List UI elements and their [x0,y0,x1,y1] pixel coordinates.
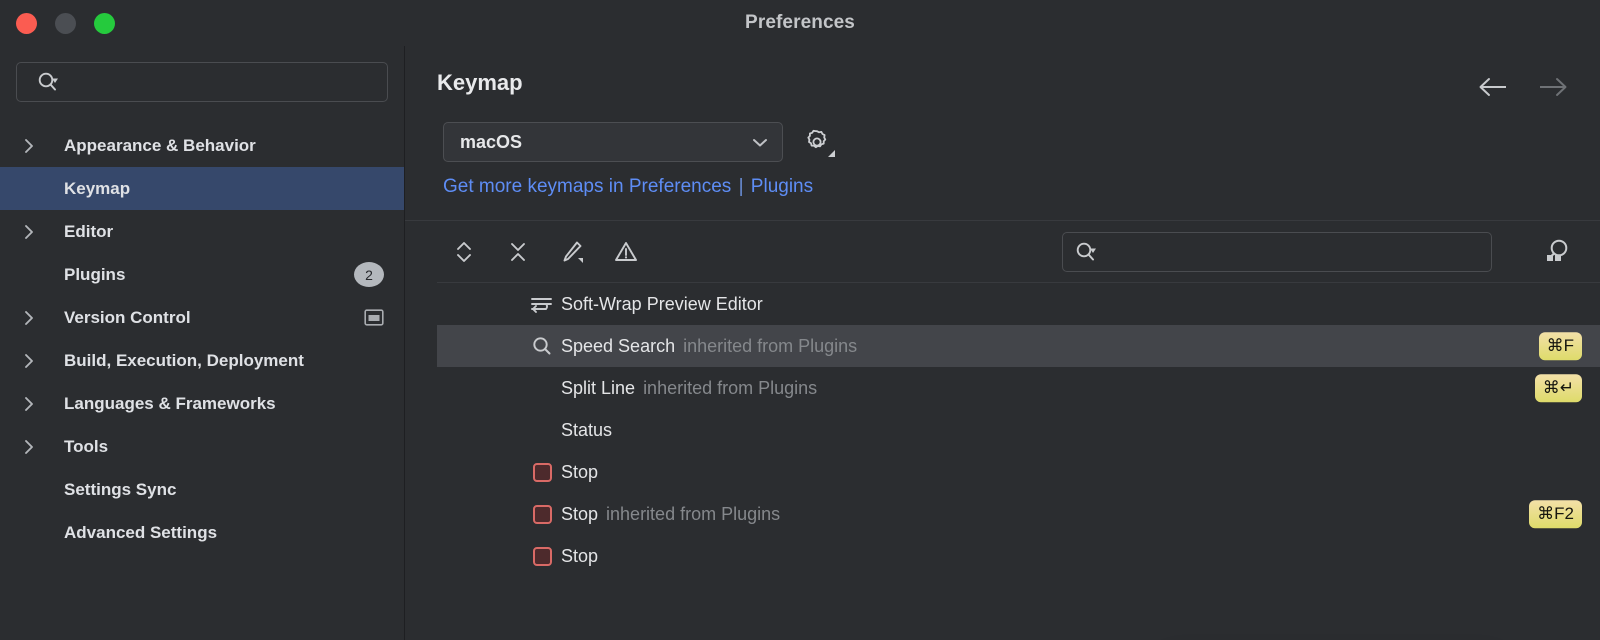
sidebar-item-list: Appearance & Behavior Keymap Editor Plugins… [0,124,404,554]
shortcut-search-input[interactable] [1105,243,1479,260]
conflicts-warning-icon[interactable] [611,237,641,267]
sidebar-item-trailing: 2 [354,262,384,287]
window-controls [16,13,115,34]
title-bar: Preferences [0,0,1600,46]
sidebar-item-plugins[interactable]: Plugins 2 [0,253,404,296]
collapse-all-icon[interactable] [503,237,533,267]
sidebar-search-input[interactable] [67,74,377,91]
nav-arrows [1476,70,1570,98]
shortcut-row[interactable]: Soft-Wrap Preview Editor [437,283,1600,325]
stop-icon [533,547,552,566]
shortcut-badge: ⌘F [1539,332,1582,360]
plugins-count-badge: 2 [354,262,384,287]
chevron-right-icon[interactable] [22,137,44,155]
shortcut-inherited-note: inherited from Plugins [643,378,817,399]
shortcut-inherited-note: inherited from Plugins [606,504,780,525]
sidebar-item-settings-sync[interactable]: Settings Sync [0,468,404,511]
shortcuts-toolbar [405,220,1600,282]
link-suffix: Plugins [751,176,813,197]
shortcut-action-name: Split Line [561,378,635,399]
keymap-select[interactable]: macOS [443,122,783,162]
stop-icon [529,463,555,482]
sidebar-item-appearance-behavior[interactable]: Appearance & Behavior [0,124,404,167]
chevron-right-icon[interactable] [22,438,44,456]
sidebar-item-label: Tools [64,437,108,457]
sidebar-item-label: Plugins [64,265,125,285]
stop-icon [529,505,555,524]
sidebar-item-label: Appearance & Behavior [64,136,256,156]
shortcut-action-name: Stop [561,546,598,567]
shortcut-search[interactable] [1062,232,1492,272]
sidebar-item-label: Advanced Settings [64,523,217,543]
settings-sidebar: Appearance & Behavior Keymap Editor Plugins… [0,46,405,640]
shortcuts-list[interactable]: Soft-Wrap Preview Editor Speed Search inhe… [437,282,1600,640]
shortcut-action-name: Status [561,420,612,441]
forward-arrow-icon[interactable] [1536,76,1570,98]
shortcut-row[interactable]: Stop [437,451,1600,493]
get-more-keymaps-link[interactable]: Get more keymaps in Preferences | Plugin… [405,162,1600,198]
page-title: Keymap [437,70,523,96]
sidebar-item-label: Languages & Frameworks [64,394,276,414]
main-header: Keymap [405,46,1600,98]
sidebar-item-build-execution-deployment[interactable]: Build, Execution, Deployment [0,339,404,382]
chevron-right-icon[interactable] [22,395,44,413]
shortcut-badge: ⌘↵ [1535,374,1582,402]
shortcut-row[interactable]: Split Line inherited from Plugins ⌘↵ [437,367,1600,409]
search-icon [529,335,555,357]
sidebar-item-version-control[interactable]: Version Control [0,296,404,339]
close-button[interactable] [16,13,37,34]
gear-dropdown-triangle-icon [828,150,835,157]
shortcut-row[interactable]: Stop [437,535,1600,577]
main-panel: Keymap [405,46,1600,640]
link-prefix: Get more keymaps in Preferences [443,176,731,197]
shortcut-row[interactable]: Stop inherited from Plugins ⌘F2 [437,493,1600,535]
stop-icon [533,505,552,524]
sidebar-item-label: Settings Sync [64,480,176,500]
stop-icon [529,547,555,566]
search-icon [1075,241,1097,263]
sidebar-item-label: Keymap [64,179,130,199]
chevron-right-icon[interactable] [22,223,44,241]
shortcut-row[interactable]: Speed Search inherited from Plugins ⌘F [437,325,1600,367]
back-arrow-icon[interactable] [1476,76,1510,98]
keymap-select-value: macOS [460,132,750,153]
shortcut-badge: ⌘F2 [1529,500,1582,528]
soft-wrap-icon [529,294,555,314]
sidebar-item-advanced-settings[interactable]: Advanced Settings [0,511,404,554]
window-title: Preferences [0,12,1600,34]
find-by-shortcut-icon[interactable] [1540,236,1572,268]
maximize-button[interactable] [94,13,115,34]
shortcut-action-name: Stop [561,504,598,525]
sidebar-item-languages-frameworks[interactable]: Languages & Frameworks [0,382,404,425]
minimize-button[interactable] [55,13,76,34]
sidebar-item-keymap[interactable]: Keymap [0,167,404,210]
keymap-selector-row: macOS [405,98,1600,162]
sidebar-search[interactable] [16,62,388,102]
sidebar-item-editor[interactable]: Editor [0,210,404,253]
preferences-window: Preferences Appearance & Behavior Keymap E… [0,0,1600,640]
link-separator: | [739,176,744,197]
shortcut-inherited-note: inherited from Plugins [683,336,857,357]
sidebar-item-label: Build, Execution, Deployment [64,351,304,371]
shortcut-action-name: Soft-Wrap Preview Editor [561,294,763,315]
expand-all-icon[interactable] [449,237,479,267]
edit-shortcut-icon[interactable] [557,237,587,267]
sidebar-item-label: Version Control [64,308,191,328]
window-icon [364,309,384,326]
window-body: Appearance & Behavior Keymap Editor Plugins… [0,46,1600,640]
shortcut-action-name: Stop [561,462,598,483]
chevron-down-icon [750,135,770,149]
gear-icon[interactable] [803,128,831,156]
sidebar-item-tools[interactable]: Tools [0,425,404,468]
stop-icon [533,463,552,482]
chevron-right-icon[interactable] [22,309,44,327]
sidebar-item-label: Editor [64,222,113,242]
chevron-right-icon[interactable] [22,352,44,370]
sidebar-item-trailing [364,309,384,326]
shortcut-action-name: Speed Search [561,336,675,357]
shortcut-row[interactable]: Status [437,409,1600,451]
search-icon [37,71,59,93]
